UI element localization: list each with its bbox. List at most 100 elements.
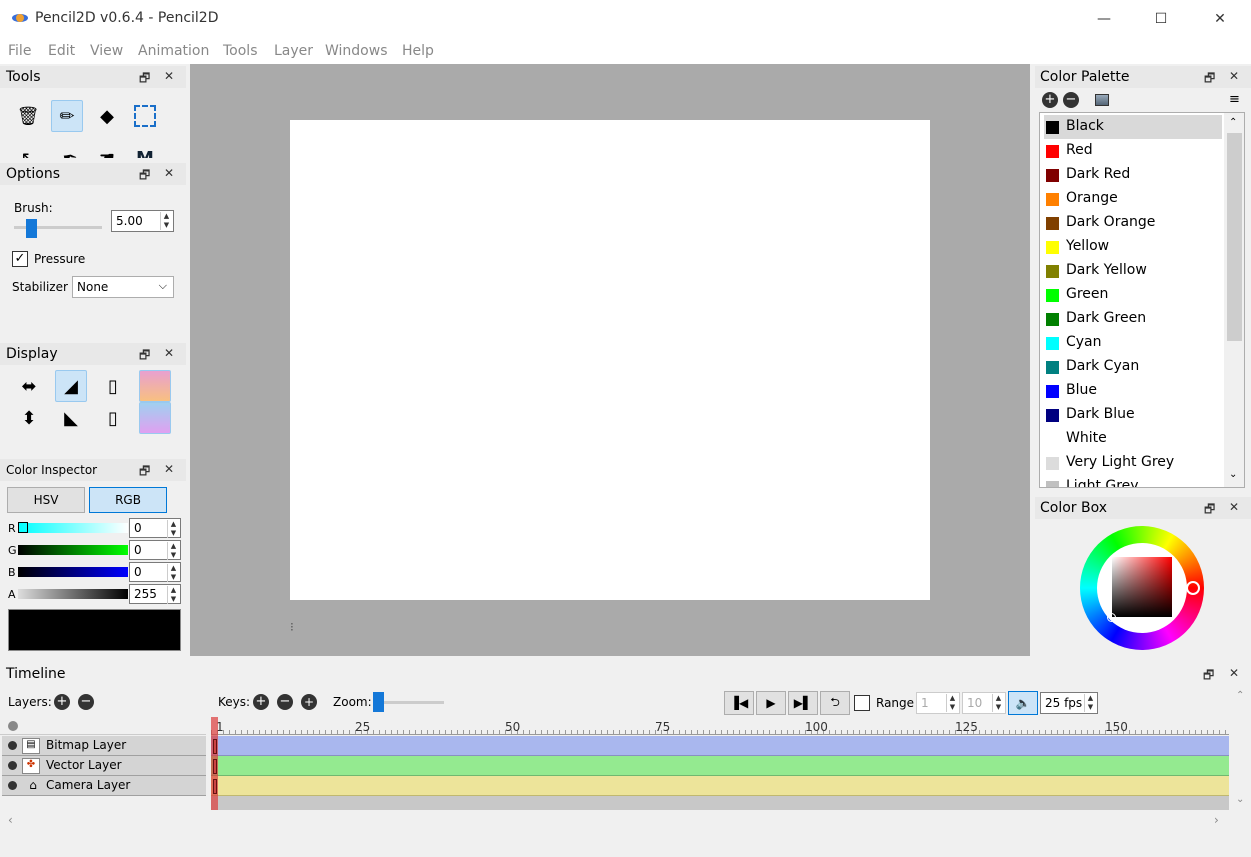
brush-slider-handle[interactable] — [26, 219, 37, 238]
flip-vertical-icon[interactable]: ⬍ — [13, 402, 45, 434]
eraser-tool-icon[interactable]: ◆ — [91, 100, 123, 132]
layer-row-camera[interactable]: ⌂ Camera Layer — [2, 776, 206, 796]
close-window-button[interactable]: ✕ — [1197, 0, 1243, 38]
remove-color-icon[interactable]: − — [1063, 92, 1079, 108]
list-item[interactable]: Orange — [1044, 187, 1222, 211]
list-item[interactable]: Light Grey — [1044, 475, 1222, 487]
slider-handle[interactable] — [18, 522, 28, 533]
timeline-vscroll[interactable]: ⌃ ⌄ — [1230, 690, 1250, 810]
add-key-icon[interactable]: + — [253, 694, 269, 710]
visibility-icon[interactable] — [8, 781, 17, 790]
list-item[interactable]: Very Light Grey — [1044, 451, 1222, 475]
hue-handle[interactable] — [1186, 581, 1200, 595]
menu-help[interactable]: Help — [402, 43, 434, 59]
timeline-hscroll[interactable]: ‹ › — [0, 812, 1230, 830]
play-button[interactable]: ▶ — [756, 691, 786, 715]
list-item[interactable]: Black — [1044, 115, 1222, 139]
list-item[interactable]: Red — [1044, 139, 1222, 163]
tab-rgb[interactable]: RGB — [89, 487, 167, 513]
next-frame-button[interactable]: ▶▌ — [788, 691, 818, 715]
list-item[interactable]: Yellow — [1044, 235, 1222, 259]
zoom-slider-handle[interactable] — [373, 692, 384, 712]
list-item[interactable]: Dark Green — [1044, 307, 1222, 331]
onion-next-icon[interactable]: ▯ — [97, 402, 129, 434]
float-icon[interactable]: 🗗 — [139, 166, 150, 187]
menu-tools[interactable]: Tools — [223, 43, 258, 59]
list-item[interactable]: Green — [1044, 283, 1222, 307]
onion-red-icon[interactable] — [139, 370, 171, 402]
track-bitmap[interactable] — [211, 736, 1229, 756]
list-item[interactable]: Dark Orange — [1044, 211, 1222, 235]
drawing-canvas[interactable] — [290, 120, 930, 600]
sound-button[interactable]: 🔈 — [1008, 691, 1038, 715]
list-item[interactable]: White — [1044, 427, 1222, 451]
menu-file[interactable]: File — [8, 43, 31, 59]
float-icon[interactable]: 🗗 — [1203, 666, 1214, 687]
color-dialog-icon[interactable] — [1095, 94, 1109, 106]
channel-a-input[interactable]: 255 ▲ ▼ — [129, 584, 181, 604]
palette-list[interactable]: Black Red Dark Red Orange Dark Orange Ye… — [1039, 112, 1245, 488]
float-icon[interactable]: 🗗 — [1204, 69, 1215, 90]
float-icon[interactable]: 🗗 — [139, 462, 150, 483]
range-checkbox[interactable] — [854, 695, 870, 711]
close-icon[interactable]: ✕ — [1229, 69, 1239, 83]
stabilizer-select[interactable]: None ⌵ — [72, 276, 174, 298]
visibility-icon[interactable] — [8, 741, 17, 750]
keyframe[interactable] — [213, 759, 217, 774]
keyframe[interactable] — [213, 779, 217, 794]
onion-prev-icon[interactable]: ▯ — [97, 370, 129, 402]
chevron-down-icon[interactable]: ⌄ — [1229, 469, 1237, 480]
saturation-value-square[interactable] — [1112, 557, 1172, 617]
track-vector[interactable] — [211, 756, 1229, 776]
layer-row-vector[interactable]: ✤ Vector Layer — [2, 756, 206, 776]
polyline-tool-icon[interactable]: M — [129, 142, 161, 159]
smudge-tool-icon[interactable]: ☚ — [91, 142, 123, 159]
close-icon[interactable]: ✕ — [164, 462, 174, 476]
minimize-button[interactable]: — — [1081, 0, 1127, 38]
flip-horizontal-icon[interactable]: ⬌ — [13, 370, 45, 402]
chevron-right-icon[interactable]: › — [1214, 813, 1219, 827]
list-item[interactable]: Blue — [1044, 379, 1222, 403]
fps-input[interactable]: 25 fps ▲ ▼ — [1040, 692, 1098, 714]
hue-wheel[interactable] — [1080, 526, 1204, 650]
visibility-all-icon[interactable] — [8, 721, 18, 731]
duplicate-key-icon[interactable]: + — [301, 694, 317, 710]
chevron-down-icon[interactable]: ⌄ — [1236, 794, 1244, 805]
maximize-button[interactable]: ☐ — [1138, 0, 1184, 38]
channel-r-slider[interactable] — [18, 523, 128, 533]
eyedropper-tool-icon[interactable]: ✒ — [54, 142, 86, 159]
move-tool-icon[interactable]: ↖ — [12, 142, 44, 159]
add-layer-icon[interactable]: + — [54, 694, 70, 710]
list-item[interactable]: Dark Blue — [1044, 403, 1222, 427]
palette-menu-icon[interactable]: ≡ — [1229, 92, 1240, 107]
channel-b-input[interactable]: 0 ▲ ▼ — [129, 562, 181, 582]
float-icon[interactable]: 🗗 — [139, 346, 150, 367]
tab-hsv[interactable]: HSV — [7, 487, 85, 513]
menu-view[interactable]: View — [90, 43, 123, 59]
loop-button[interactable]: ⮌ — [820, 691, 850, 715]
float-icon[interactable]: 🗗 — [139, 69, 150, 90]
range-end-input[interactable]: 10 ▲ ▼ — [962, 692, 1006, 714]
onion-blue-icon[interactable] — [139, 402, 171, 434]
scrollbar-thumb[interactable] — [1227, 133, 1242, 341]
float-icon[interactable]: 🗗 — [1204, 500, 1215, 521]
visibility-icon[interactable] — [8, 761, 17, 770]
chevron-up-icon[interactable]: ⌃ — [1236, 690, 1244, 701]
menu-layer[interactable]: Layer — [274, 43, 313, 59]
list-item[interactable]: Cyan — [1044, 331, 1222, 355]
menu-animation[interactable]: Animation — [138, 43, 209, 59]
add-color-icon[interactable]: + — [1042, 92, 1058, 108]
channel-r-input[interactable]: 0 ▲ ▼ — [129, 518, 181, 538]
layer-row-bitmap[interactable]: ▤ Bitmap Layer — [2, 736, 206, 756]
list-item[interactable]: Dark Yellow — [1044, 259, 1222, 283]
close-icon[interactable]: ✕ — [164, 69, 174, 83]
canvas-viewport[interactable]: ⁝ — [190, 64, 1030, 656]
chevron-left-icon[interactable]: ‹ — [8, 813, 13, 827]
channel-g-input[interactable]: 0 ▲ ▼ — [129, 540, 181, 560]
chevron-up-icon[interactable]: ⌃ — [1229, 117, 1237, 128]
clear-tool-icon[interactable]: 🗑 — [12, 100, 44, 132]
brush-size-input[interactable]: 5.00 ▲ ▼ — [111, 210, 174, 232]
select-tool-icon[interactable] — [129, 100, 161, 132]
track-camera[interactable] — [211, 776, 1229, 796]
list-item[interactable]: Dark Cyan — [1044, 355, 1222, 379]
